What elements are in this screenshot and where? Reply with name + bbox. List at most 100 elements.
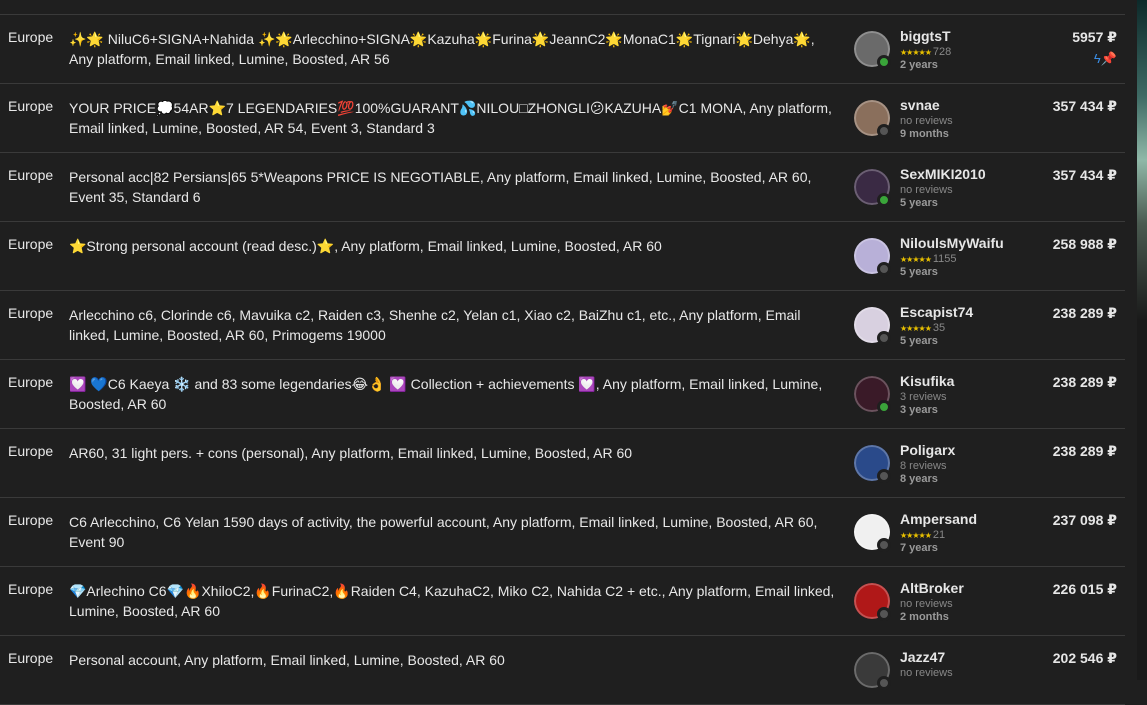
- seller-status-dot: [877, 400, 891, 414]
- seller-info: AltBroker no reviews 2 months: [900, 580, 964, 623]
- offer-row[interactable]: Europe Personal acc|82 Persians|65 5*Wea…: [0, 153, 1125, 222]
- seller-status-dot: [877, 124, 891, 138]
- seller-reviews: no reviews: [900, 115, 953, 127]
- seller-age: 3 years: [900, 404, 938, 416]
- offer-row[interactable]: Europe ⭐Strong personal account (read de…: [0, 222, 1125, 291]
- seller-reviews: 8 reviews: [900, 460, 947, 472]
- offer-title[interactable]: Personal acc|82 Persians|65 5*Weapons PR…: [69, 167, 841, 207]
- seller-info: Ampersand ★★★★★ 21 7 years: [900, 511, 977, 554]
- offer-title[interactable]: ✨🌟 NiluC6+SIGNA+Nahida ✨🌟Arlecchino+SIGN…: [69, 29, 841, 69]
- seller-name[interactable]: Jazz47: [900, 649, 953, 665]
- offer-title[interactable]: AR60, 31 light pers. + cons (personal), …: [69, 443, 841, 463]
- offer-row[interactable]: Europe 💎Arlechino C6💎🔥XhiloC2,🔥FurinaC2,…: [0, 567, 1125, 636]
- seller-reviews: ★★★★★ 1155: [900, 253, 1004, 265]
- seller-reviews: ★★★★★ 21: [900, 529, 977, 541]
- offer-title[interactable]: YOUR PRICE💭54AR⭐7 LEGENDARIES💯100%GUARAN…: [69, 98, 841, 138]
- offer-region: Europe: [8, 98, 54, 114]
- offer-row[interactable]: Europe 💟 💙C6 Kaeya ❄️ and 83 some legend…: [0, 360, 1125, 429]
- offer-row[interactable]: Europe C6 Arlecchino, C6 Yelan 1590 days…: [0, 498, 1125, 567]
- seller-info: Jazz47 no reviews: [900, 649, 953, 680]
- review-count: 35: [932, 322, 946, 334]
- seller-name[interactable]: Ampersand: [900, 511, 977, 527]
- offer-title[interactable]: 💟 💙C6 Kaeya ❄️ and 83 some legendaries😂👌…: [69, 374, 841, 414]
- seller-name[interactable]: NiloulsMyWaifu: [900, 235, 1004, 251]
- offer-price: 357 434 ₽: [1052, 167, 1117, 183]
- offer-price: 202 546 ₽: [1052, 650, 1117, 666]
- offer-price: 238 289 ₽: [1052, 374, 1117, 390]
- offer-title[interactable]: ⭐Strong personal account (read desc.)⭐, …: [69, 236, 841, 256]
- review-count: 728: [932, 46, 952, 58]
- offer-row[interactable]: Europe YOUR PRICE💭54AR⭐7 LEGENDARIES💯100…: [0, 84, 1125, 153]
- seller-info: Poligarx 8 reviews 8 years: [900, 442, 955, 485]
- rating-stars-icon: ★★★★★: [900, 255, 932, 264]
- offer-badges: ϟ📌: [1094, 51, 1117, 67]
- seller-name[interactable]: Poligarx: [900, 442, 955, 458]
- seller-age: 2 years: [900, 59, 938, 71]
- seller-info: biggtsT ★★★★★ 728 2 years: [900, 28, 951, 71]
- offer-region: Europe: [8, 29, 54, 45]
- rating-stars-icon: ★★★★★: [900, 324, 932, 333]
- seller-status-dot: [877, 538, 891, 552]
- seller-info: NiloulsMyWaifu ★★★★★ 1155 5 years: [900, 235, 1004, 278]
- seller-info: Kisufika 3 reviews 3 years: [900, 373, 954, 416]
- seller-reviews: ★★★★★ 728: [900, 46, 951, 58]
- seller-age: 7 years: [900, 542, 938, 554]
- offer-region: Europe: [8, 581, 54, 597]
- offers-list: Europe ✨🌟 NiluC6+SIGNA+Nahida ✨🌟Arlecchi…: [0, 0, 1125, 705]
- seller-age: 9 months: [900, 128, 949, 140]
- offer-price: 357 434 ₽: [1052, 98, 1117, 114]
- offer-price: 5957 ₽: [1072, 29, 1117, 45]
- side-banner-shadow: [1137, 320, 1147, 680]
- seller-reviews: ★★★★★ 35: [900, 322, 973, 334]
- offer-price: 237 098 ₽: [1052, 512, 1117, 528]
- offer-price: 226 015 ₽: [1052, 581, 1117, 597]
- offer-row[interactable]: Europe ✨🌟 NiluC6+SIGNA+Nahida ✨🌟Arlecchi…: [0, 15, 1125, 84]
- seller-reviews: no reviews: [900, 667, 953, 679]
- rating-stars-icon: ★★★★★: [900, 48, 932, 57]
- offer-region: Europe: [8, 236, 54, 252]
- seller-age: 2 months: [900, 611, 949, 623]
- seller-name[interactable]: Kisufika: [900, 373, 954, 389]
- seller-age: 8 years: [900, 473, 938, 485]
- offer-title[interactable]: 💎Arlechino C6💎🔥XhiloC2,🔥FurinaC2,🔥Raiden…: [69, 581, 841, 621]
- seller-name[interactable]: AltBroker: [900, 580, 964, 596]
- seller-age: 5 years: [900, 197, 938, 209]
- bolt-icon: ϟ: [1093, 51, 1101, 66]
- seller-status-dot: [877, 469, 891, 483]
- offer-title[interactable]: C6 Arlecchino, C6 Yelan 1590 days of act…: [69, 512, 841, 552]
- seller-status-dot: [877, 262, 891, 276]
- offer-region: Europe: [8, 443, 54, 459]
- seller-status-dot: [877, 331, 891, 345]
- offer-price: 238 289 ₽: [1052, 443, 1117, 459]
- rating-stars-icon: ★★★★★: [900, 531, 932, 540]
- seller-status-dot: [877, 55, 891, 69]
- offer-row[interactable]: Europe Personal account, Any platform, E…: [0, 636, 1125, 705]
- seller-status-dot: [877, 676, 891, 690]
- seller-name[interactable]: svnae: [900, 97, 953, 113]
- offer-region: Europe: [8, 374, 54, 390]
- seller-name[interactable]: Escapist74: [900, 304, 973, 320]
- offer-row[interactable]: Europe Arlecchino c6, Clorinde c6, Mavui…: [0, 291, 1125, 360]
- pin-icon: 📌: [1100, 51, 1117, 66]
- offer-title[interactable]: Arlecchino c6, Clorinde c6, Mavuika c2, …: [69, 305, 841, 345]
- offer-region: Europe: [8, 512, 54, 528]
- offer-region: Europe: [8, 167, 54, 183]
- offer-region: Europe: [8, 650, 54, 666]
- seller-name[interactable]: biggtsT: [900, 28, 951, 44]
- side-banner-image: [1137, 0, 1147, 320]
- list-header-edge: [0, 0, 1125, 15]
- offer-title[interactable]: Personal account, Any platform, Email li…: [69, 650, 841, 670]
- seller-info: svnae no reviews 9 months: [900, 97, 953, 140]
- offer-price: 258 988 ₽: [1052, 236, 1117, 252]
- seller-age: 5 years: [900, 335, 938, 347]
- seller-reviews: 3 reviews: [900, 391, 947, 403]
- seller-reviews: no reviews: [900, 184, 953, 196]
- offer-row[interactable]: Europe AR60, 31 light pers. + cons (pers…: [0, 429, 1125, 498]
- offer-region: Europe: [8, 305, 54, 321]
- seller-age: 5 years: [900, 266, 938, 278]
- seller-info: SexMIKI2010 no reviews 5 years: [900, 166, 986, 209]
- seller-status-dot: [877, 193, 891, 207]
- seller-info: Escapist74 ★★★★★ 35 5 years: [900, 304, 973, 347]
- seller-name[interactable]: SexMIKI2010: [900, 166, 986, 182]
- review-count: 21: [932, 529, 946, 541]
